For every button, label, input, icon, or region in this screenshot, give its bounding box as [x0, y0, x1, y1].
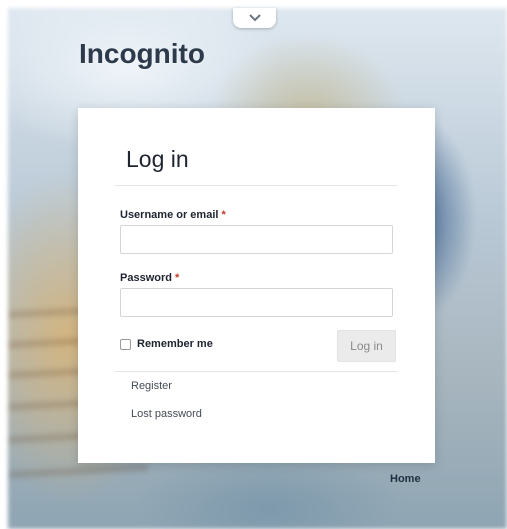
- password-label-text: Password: [120, 272, 172, 284]
- remember-me[interactable]: Remember me: [120, 338, 213, 350]
- menu-toggle-tab[interactable]: [233, 8, 276, 28]
- lost-password-link[interactable]: Lost password: [131, 408, 202, 420]
- password-input[interactable]: [120, 288, 393, 317]
- site-title[interactable]: Incognito: [79, 38, 205, 70]
- home-link[interactable]: Home: [390, 473, 421, 485]
- remember-me-label: Remember me: [137, 338, 213, 350]
- divider: [115, 185, 398, 186]
- username-input[interactable]: [120, 225, 393, 254]
- login-card: Log in Username or email * Password * Reme…: [78, 108, 435, 463]
- chevron-down-icon: [248, 9, 261, 27]
- required-mark: *: [221, 209, 226, 221]
- username-label: Username or email *: [120, 209, 226, 221]
- password-label: Password *: [120, 272, 179, 284]
- required-mark: *: [174, 272, 180, 284]
- username-label-text: Username or email: [120, 209, 219, 221]
- divider: [115, 371, 398, 372]
- register-link[interactable]: Register: [131, 380, 172, 392]
- form-heading: Log in: [126, 146, 189, 172]
- remember-me-checkbox[interactable]: [120, 338, 131, 350]
- login-button[interactable]: Log in: [337, 330, 396, 362]
